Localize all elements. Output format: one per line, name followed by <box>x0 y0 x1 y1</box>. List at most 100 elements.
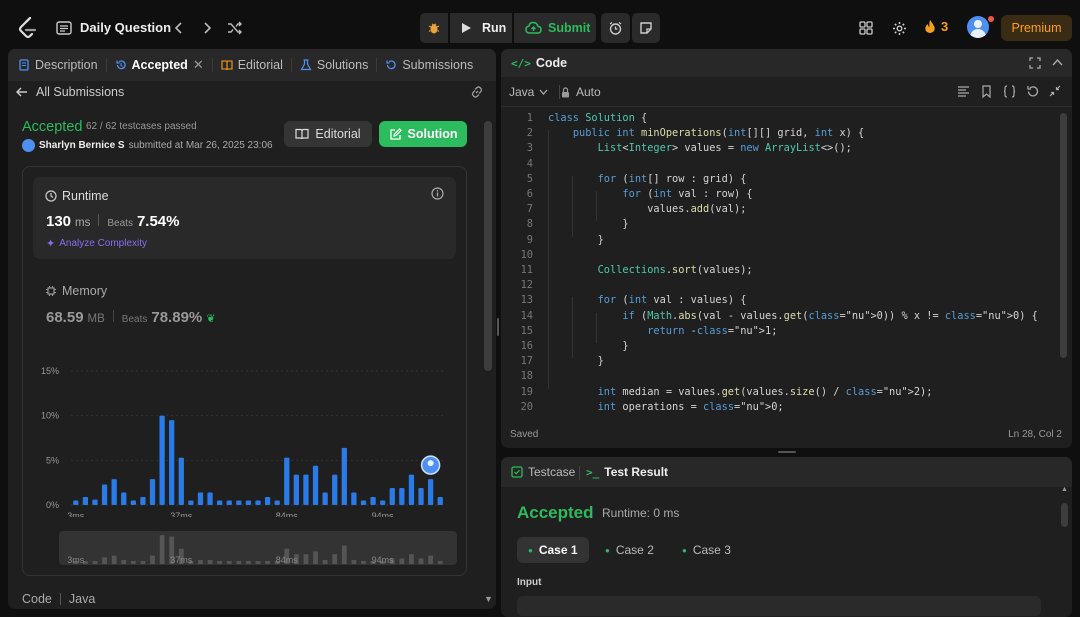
panel-resize-handle-horizontal[interactable] <box>778 451 796 453</box>
chart-bar[interactable] <box>341 447 347 505</box>
chart-bar[interactable] <box>255 500 261 505</box>
code-line[interactable]: 11 Collections.sort(values); <box>501 264 1056 279</box>
code-line[interactable]: 3 List<Integer> values = new ArrayList<>… <box>501 142 1056 157</box>
language-selector[interactable]: Java <box>509 85 548 99</box>
panel-resize-handle[interactable] <box>497 318 499 336</box>
chart-bar[interactable] <box>303 474 309 505</box>
runtime-card[interactable]: Runtime 130 ms Beats 7.54% ✦ Analyze Com… <box>33 177 456 259</box>
chart-bar[interactable] <box>169 420 175 505</box>
tab-testcase[interactable]: Testcase <box>511 465 575 479</box>
scroll-up-icon[interactable]: ▲ <box>1061 486 1068 493</box>
code-line[interactable]: 16 } <box>501 340 1056 355</box>
braces-icon[interactable] <box>1003 85 1016 98</box>
chart-bar[interactable] <box>284 457 290 505</box>
chart-bar[interactable] <box>82 496 89 505</box>
case-3-tab[interactable]: ● Case 3 <box>671 537 742 563</box>
user-avatar[interactable] <box>967 16 989 38</box>
chart-bar[interactable] <box>351 492 357 505</box>
chart-bar[interactable] <box>332 474 338 505</box>
code-scrollbar[interactable] <box>1060 113 1067 358</box>
chart-bar[interactable] <box>197 492 204 505</box>
daily-question-title[interactable]: Daily Question <box>80 20 171 35</box>
chart-bar[interactable] <box>149 479 156 505</box>
chart-bar[interactable] <box>437 496 443 505</box>
chart-bar[interactable] <box>130 500 136 505</box>
code-line[interactable]: 20 int operations = class="nu">0; <box>501 401 1056 414</box>
chart-bar[interactable] <box>312 465 319 505</box>
runtime-distribution-chart[interactable]: 15% 10% 5% 0% 3ms 37ms 84ms 94ms <box>23 357 466 517</box>
case-2-tab[interactable]: ● Case 2 <box>594 537 665 563</box>
layout-grid-icon[interactable] <box>858 20 874 36</box>
prev-problem-icon[interactable] <box>172 18 186 38</box>
link-icon[interactable] <box>470 85 484 99</box>
info-icon[interactable] <box>431 187 444 200</box>
chart-bar[interactable] <box>111 479 117 505</box>
solution-button[interactable]: Solution <box>379 121 467 147</box>
code-line[interactable]: 5 for (int[] row : grid) { <box>501 173 1056 188</box>
memory-header[interactable]: Memory <box>45 284 107 298</box>
tab-submissions[interactable]: Submissions <box>377 49 481 81</box>
case-1-tab[interactable]: ● Case 1 <box>517 537 589 563</box>
chart-bar[interactable] <box>188 500 194 505</box>
fullscreen-icon[interactable] <box>1029 57 1041 69</box>
chart-bar[interactable] <box>121 492 127 505</box>
shuffle-icon[interactable] <box>226 18 244 38</box>
bookmark-icon[interactable] <box>980 85 993 98</box>
code-line[interactable]: 14 if (Math.abs(val - values.get(class="… <box>501 310 1056 325</box>
tab-editorial[interactable]: Editorial <box>213 49 291 81</box>
chart-bar[interactable] <box>322 492 328 505</box>
test-scrollbar[interactable] <box>1061 503 1068 527</box>
code-line[interactable]: 17 } <box>501 355 1056 370</box>
chart-bar[interactable] <box>408 474 415 505</box>
left-scrollbar[interactable] <box>484 121 492 371</box>
mode-selector[interactable]: Auto <box>561 85 601 99</box>
problem-list-icon[interactable] <box>56 20 72 36</box>
author-name[interactable]: Sharlyn Bernice S <box>39 140 125 151</box>
code-line[interactable]: 7 values.add(val); <box>501 203 1056 218</box>
scroll-down-icon[interactable]: ▼ <box>484 594 493 604</box>
tab-accepted[interactable]: Accepted ✕ <box>107 49 212 81</box>
collapse-chevron-icon[interactable] <box>1052 58 1063 66</box>
code-tab[interactable]: </> Code <box>511 56 567 70</box>
code-line[interactable]: 8 } <box>501 218 1056 233</box>
code-line[interactable]: 15 return -class="nu">1; <box>501 325 1056 340</box>
chart-bar[interactable] <box>217 500 223 505</box>
chart-bar[interactable] <box>140 496 146 505</box>
run-button[interactable]: Run <box>450 13 512 43</box>
chart-bar[interactable] <box>207 492 213 505</box>
tab-description[interactable]: Description <box>8 49 106 81</box>
chart-bar[interactable] <box>360 500 367 505</box>
code-line[interactable]: 10 <box>501 249 1056 264</box>
tab-solutions[interactable]: Solutions <box>292 49 376 81</box>
chart-bar[interactable] <box>73 500 79 505</box>
input-value-box[interactable] <box>517 596 1041 616</box>
chart-bar[interactable] <box>245 500 252 505</box>
analyze-complexity-link[interactable]: ✦ Analyze Complexity <box>46 237 147 250</box>
all-submissions-link[interactable]: All Submissions <box>16 85 124 99</box>
next-problem-icon[interactable] <box>200 18 214 38</box>
submit-button[interactable]: Submit <box>514 13 596 43</box>
chart-bar[interactable] <box>389 488 395 505</box>
code-editor[interactable]: 1 class Solution {2 public int minOperati… <box>501 112 1056 414</box>
editorial-button[interactable]: Editorial <box>284 121 372 147</box>
code-line[interactable]: 12 <box>501 279 1056 294</box>
shrink-icon[interactable] <box>1049 85 1061 97</box>
code-line[interactable]: 2 public int minOperations(int[][] grid,… <box>501 127 1056 142</box>
notes-button[interactable] <box>632 13 660 43</box>
reset-icon[interactable] <box>1026 85 1039 98</box>
chart-bar[interactable] <box>274 500 280 505</box>
chart-bar[interactable] <box>178 457 184 505</box>
chart-bar[interactable] <box>226 500 232 505</box>
chart-bar[interactable] <box>380 500 386 505</box>
code-line[interactable]: 18 <box>501 370 1056 385</box>
premium-button[interactable]: Premium <box>1001 15 1072 41</box>
code-line[interactable]: 1 class Solution { <box>501 112 1056 127</box>
code-line[interactable]: 19 int median = values.get(values.size()… <box>501 386 1056 401</box>
code-line[interactable]: 4 <box>501 158 1056 173</box>
chart-bar[interactable] <box>418 488 424 505</box>
code-line[interactable]: 6 for (int val : row) { <box>501 188 1056 203</box>
chart-bar[interactable] <box>92 499 98 505</box>
tab-test-result[interactable]: >_ Test Result <box>586 465 668 479</box>
chart-bar[interactable] <box>399 488 405 505</box>
leetcode-logo-icon[interactable] <box>18 17 38 39</box>
